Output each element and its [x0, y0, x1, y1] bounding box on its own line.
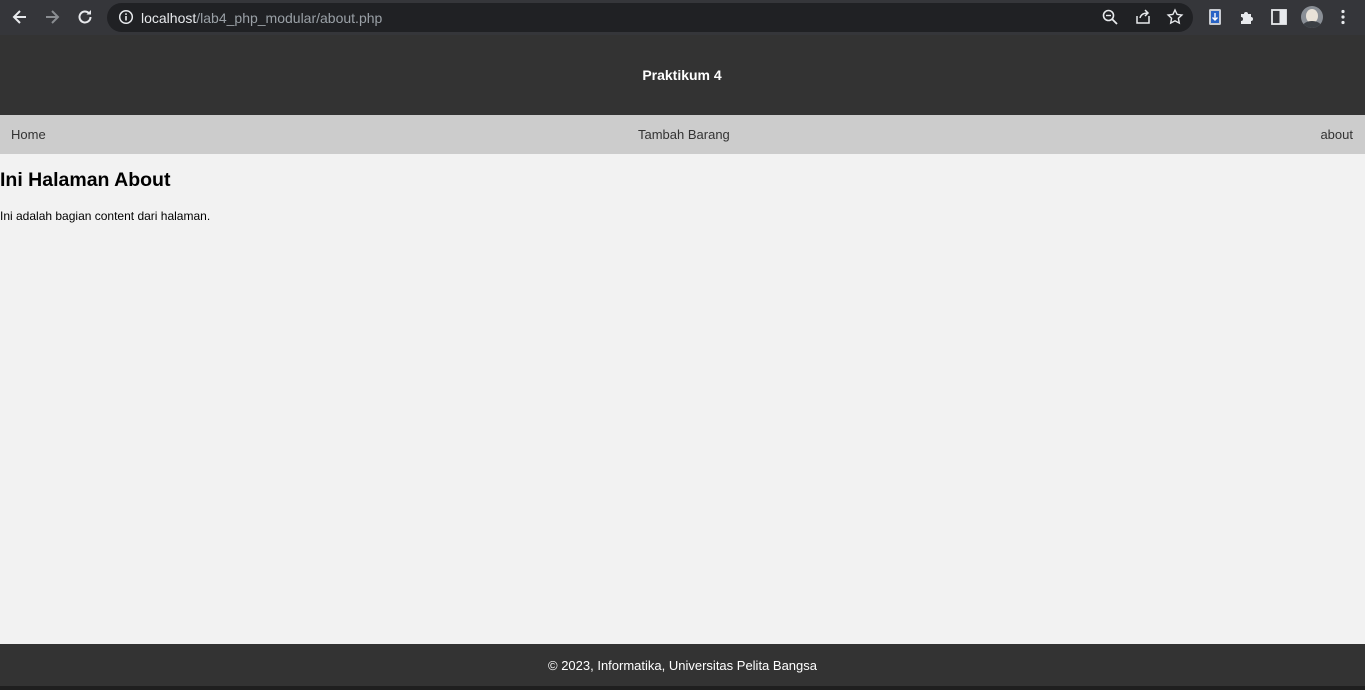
star-icon[interactable]	[1166, 8, 1184, 26]
url-text[interactable]: localhost/lab4_php_modular/about.php	[141, 10, 382, 26]
kebab-menu-icon[interactable]	[1334, 8, 1352, 26]
site-title: Praktikum 4	[642, 67, 722, 83]
content-paragraph: Ini adalah bagian content dari halaman.	[0, 209, 211, 223]
reload-icon	[78, 10, 92, 24]
back-arrow-icon	[12, 10, 26, 24]
forward-button[interactable]	[36, 1, 68, 33]
info-icon[interactable]	[118, 9, 134, 25]
share-icon[interactable]	[1134, 8, 1152, 26]
footer-text: © 2023, Informatika, Universitas Pelita …	[548, 657, 817, 673]
site-footer: © 2023, Informatika, Universitas Pelita …	[0, 644, 1365, 686]
back-button[interactable]	[4, 1, 36, 33]
main-content: Ini Halaman About Ini adalah bagian cont…	[0, 154, 1365, 644]
nav-link-tambah-barang[interactable]: Tambah Barang	[638, 127, 730, 142]
nav-link-about[interactable]: about	[1320, 127, 1353, 142]
nav-link-home[interactable]: Home	[11, 127, 46, 142]
avatar-shoulders	[1303, 21, 1321, 28]
reload-button[interactable]	[69, 1, 101, 33]
profile-avatar[interactable]	[1301, 6, 1323, 28]
extension-badge-icon[interactable]	[1206, 8, 1224, 26]
main-nav: Home Tambah Barang about	[0, 115, 1365, 154]
forward-arrow-icon	[46, 10, 60, 24]
browser-toolbar: localhost/lab4_php_modular/about.php	[0, 0, 1365, 35]
url-path: /lab4_php_modular/about.php	[196, 10, 383, 26]
page-heading: Ini Halaman About	[0, 169, 171, 191]
side-panel-icon[interactable]	[1270, 8, 1288, 26]
puzzle-icon[interactable]	[1238, 8, 1256, 26]
zoom-icon[interactable]	[1101, 8, 1119, 26]
bottom-edge	[0, 686, 1365, 690]
address-bar[interactable]: localhost/lab4_php_modular/about.php	[107, 3, 1193, 32]
url-host: localhost	[141, 10, 197, 26]
site-header: Praktikum 4	[0, 35, 1365, 115]
